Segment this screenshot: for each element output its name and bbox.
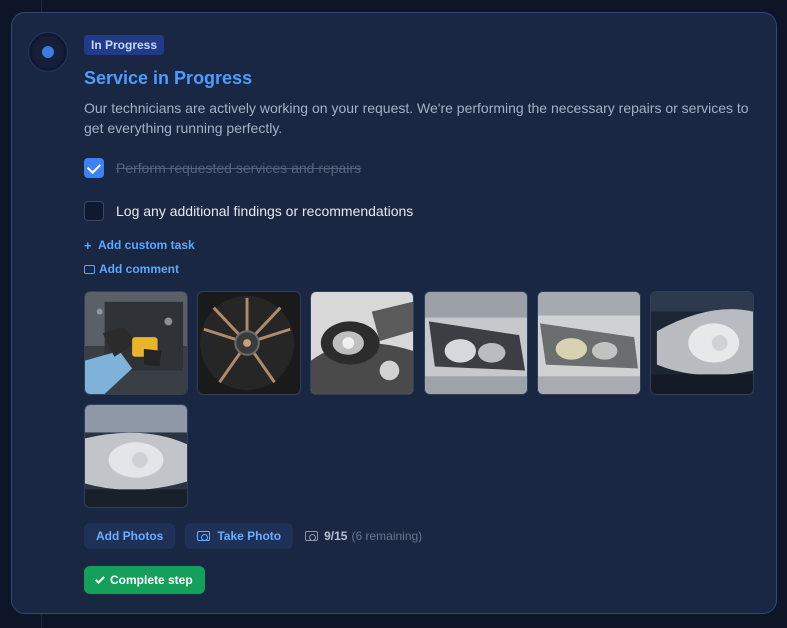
photo-count: 9/15 (324, 529, 348, 543)
step-title: Service in Progress (84, 68, 253, 88)
comment-icon (84, 264, 95, 274)
photo-remaining: (6 remaining) (351, 529, 423, 543)
plus-icon: + (84, 237, 92, 253)
task-item[interactable]: Log any additional findings or recommend… (84, 201, 764, 221)
photo-headlight-silver-image (425, 292, 527, 394)
complete-step-button[interactable]: Complete step (84, 566, 205, 594)
task-item[interactable]: Perform requested services and repairs (84, 158, 764, 178)
photo-headlight-foam-image (311, 292, 413, 394)
task-label: Perform requested services and repairs (116, 160, 362, 176)
add-comment-label: Add comment (99, 262, 180, 276)
task-checkbox-checked[interactable] (84, 158, 104, 178)
photo-headlight-dark-2-image (85, 405, 187, 507)
step-content: In Progress Service in Progress Our tech… (84, 35, 764, 277)
add-custom-task-link[interactable]: + Add custom task (84, 237, 764, 253)
photo-thumbnail[interactable] (84, 404, 188, 508)
photo-headlight-silver-2-image (538, 292, 640, 394)
photo-actions: Add Photos Take Photo 9/15 (6 remaining) (84, 523, 422, 549)
photo-thumbnail[interactable] (424, 291, 528, 395)
photo-counter: 9/15 (6 remaining) (305, 529, 422, 543)
add-photos-button[interactable]: Add Photos (84, 523, 176, 549)
photo-thumbnail[interactable] (197, 291, 301, 395)
check-icon (94, 573, 105, 584)
step-description: Our technicians are actively working on … (84, 100, 749, 136)
photo-headlight-dark-image (651, 292, 753, 394)
photo-thumbnail[interactable] (310, 291, 414, 395)
photo-thumbnail[interactable] (537, 291, 641, 395)
add-comment-link[interactable]: Add comment (84, 261, 764, 277)
camera-icon (197, 531, 211, 541)
photo-thumbnail[interactable] (650, 291, 754, 395)
status-badge: In Progress (84, 35, 165, 55)
complete-step-label: Complete step (110, 573, 193, 587)
take-photo-label: Take Photo (217, 529, 282, 543)
step-status-indicator (29, 33, 67, 71)
photo-polishing-image (85, 292, 187, 394)
task-label: Log any additional findings or recommend… (116, 203, 414, 219)
add-custom-task-label: Add custom task (98, 238, 195, 252)
camera-icon (305, 531, 319, 541)
photo-wheel-image (198, 292, 300, 394)
task-checkbox-unchecked[interactable] (84, 201, 104, 221)
photo-thumbnail[interactable] (84, 291, 188, 395)
take-photo-button[interactable]: Take Photo (185, 523, 294, 549)
